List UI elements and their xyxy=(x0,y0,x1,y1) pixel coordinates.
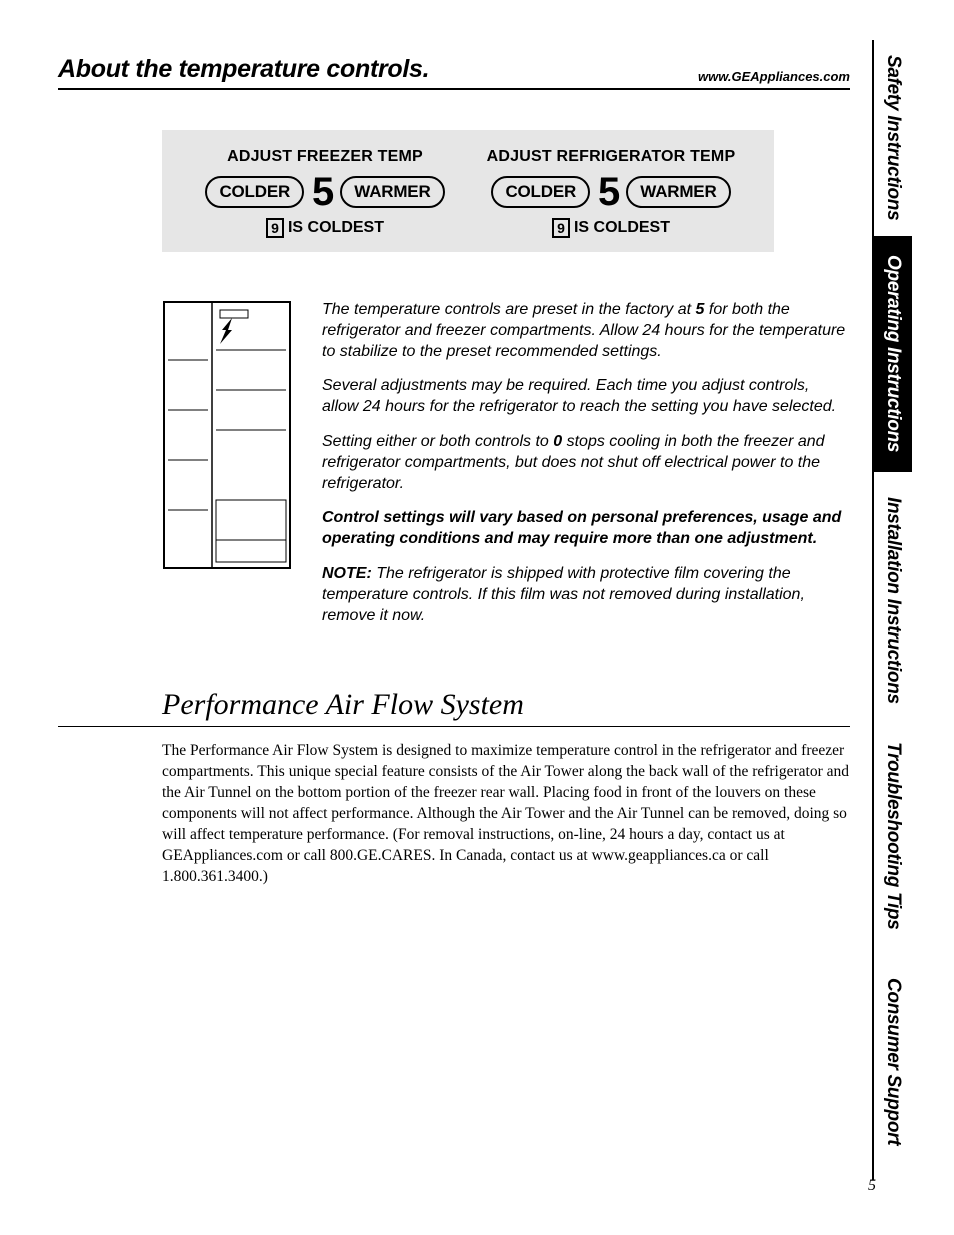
page-title: About the temperature controls. xyxy=(58,55,429,84)
coldest-text: IS COLDEST xyxy=(574,219,670,237)
refrigerator-coldest-note: 9 IS COLDEST xyxy=(468,218,754,238)
tab-safety[interactable]: Safety Instructions xyxy=(874,40,912,236)
tab-operating[interactable]: Operating Instructions xyxy=(874,236,912,472)
tab-troubleshooting[interactable]: Troubleshooting Tips xyxy=(874,728,912,944)
coldest-number: 9 xyxy=(552,218,570,238)
tab-installation[interactable]: Installation Instructions xyxy=(874,472,912,728)
freezer-value: 5 xyxy=(310,172,334,212)
freezer-control: ADJUST FREEZER TEMP COLDER 5 WARMER 9 IS… xyxy=(182,148,468,238)
temperature-controls-panel: ADJUST FREEZER TEMP COLDER 5 WARMER 9 IS… xyxy=(162,130,774,252)
body-text-column: The temperature controls are preset in t… xyxy=(322,300,850,640)
refrigerator-illustration xyxy=(162,300,292,570)
page-number: 5 xyxy=(868,1177,876,1195)
refrigerator-colder-button: COLDER xyxy=(491,176,590,208)
coldest-text: IS COLDEST xyxy=(288,219,384,237)
paragraph-preset: The temperature controls are preset in t… xyxy=(322,300,850,362)
paragraph-zero: Setting either or both controls to 0 sto… xyxy=(322,432,850,494)
paragraph-settings-vary: Control settings will vary based on pers… xyxy=(322,508,850,550)
freezer-colder-button: COLDER xyxy=(205,176,304,208)
coldest-number: 9 xyxy=(266,218,284,238)
freezer-warmer-button: WARMER xyxy=(340,176,444,208)
paragraph-adjustments: Several adjustments may be required. Eac… xyxy=(322,376,850,418)
refrigerator-control: ADJUST REFRIGERATOR TEMP COLDER 5 WARMER… xyxy=(468,148,754,238)
refrigerator-title: ADJUST REFRIGERATOR TEMP xyxy=(468,148,754,166)
refrigerator-value: 5 xyxy=(596,172,620,212)
freezer-title: ADJUST FREEZER TEMP xyxy=(182,148,468,166)
airflow-body: The Performance Air Flow System is desig… xyxy=(162,741,850,887)
header-url: www.GEAppliances.com xyxy=(698,69,850,84)
tab-consumer-support[interactable]: Consumer Support xyxy=(874,944,912,1180)
page-header: About the temperature controls. www.GEAp… xyxy=(58,55,850,90)
airflow-section: Performance Air Flow System The Performa… xyxy=(162,688,850,887)
paragraph-note: NOTE: The refrigerator is shipped with p… xyxy=(322,564,850,626)
freezer-coldest-note: 9 IS COLDEST xyxy=(182,218,468,238)
airflow-title: Performance Air Flow System xyxy=(58,688,850,727)
refrigerator-warmer-button: WARMER xyxy=(626,176,730,208)
side-tabs: Safety Instructions Operating Instructio… xyxy=(872,40,912,1180)
